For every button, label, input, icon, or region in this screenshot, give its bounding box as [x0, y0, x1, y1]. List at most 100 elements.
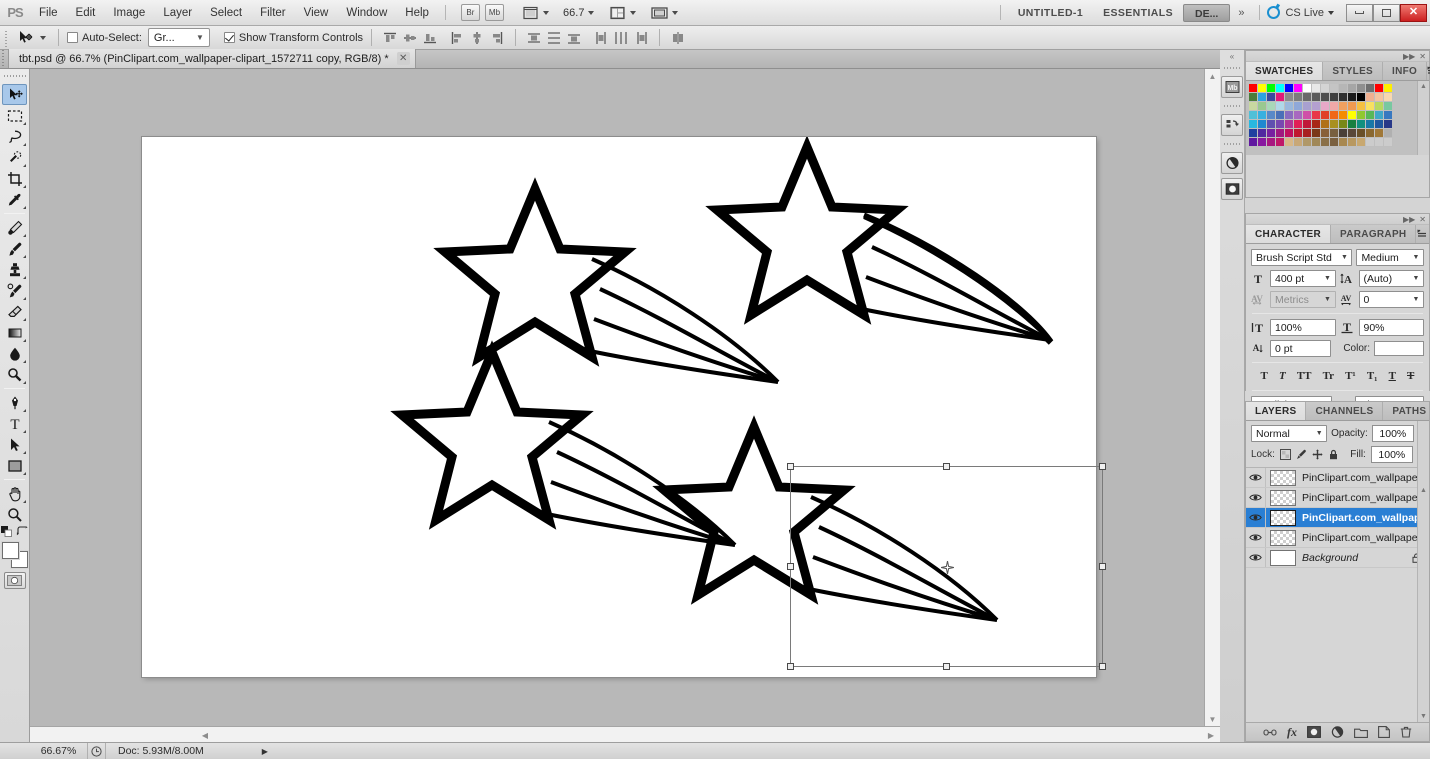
auto-select-scope-dropdown[interactable]: Gr... ▼ — [147, 28, 210, 47]
default-colors-icon[interactable] — [1, 526, 12, 537]
swatch-0-15[interactable] — [1384, 84, 1393, 93]
lock-transparent-pixels-button[interactable] — [1279, 449, 1291, 460]
transform-selection-box[interactable] — [787, 463, 1106, 670]
strikethrough-button[interactable]: T — [1407, 370, 1414, 382]
swatch-0-7[interactable] — [1312, 84, 1321, 93]
workspace-essentials[interactable]: ESSENTIALS — [1093, 7, 1183, 19]
small-caps-button[interactable]: Tr — [1323, 370, 1334, 382]
quick-mask-mode-button[interactable] — [3, 572, 26, 589]
faux-italic-button[interactable]: T — [1279, 370, 1286, 382]
rectangle-tool[interactable] — [2, 455, 27, 476]
font-size-field[interactable]: 400 pt ▼ — [1270, 270, 1336, 287]
vertical-scale-field[interactable]: 100% — [1270, 319, 1336, 336]
subscript-button[interactable]: T₁ — [1367, 370, 1378, 382]
layer-thumbnail[interactable] — [1270, 469, 1296, 486]
document-canvas-area[interactable]: ▲ ▼ ◀ ▶ — [30, 69, 1220, 742]
swap-colors-icon[interactable] — [16, 526, 28, 537]
icon-dock-grip-2[interactable] — [1224, 102, 1240, 110]
image-canvas[interactable] — [142, 137, 1106, 677]
adjustment-layer-button[interactable] — [1331, 726, 1344, 738]
tab-info[interactable]: INFO — [1383, 62, 1428, 80]
status-menu-arrow[interactable]: ▶ — [262, 747, 268, 756]
swatch-2-11[interactable] — [1348, 102, 1357, 111]
eyedropper-tool[interactable] — [2, 189, 27, 210]
swatch-4-11[interactable] — [1348, 120, 1357, 129]
tab-channels[interactable]: CHANNELS — [1306, 402, 1384, 420]
swatch-5-2[interactable] — [1267, 129, 1276, 138]
layer-thumbnail[interactable] — [1270, 509, 1296, 526]
layer-thumbnail[interactable] — [1270, 489, 1296, 506]
faux-bold-button[interactable]: T — [1261, 370, 1268, 382]
transform-handle-e[interactable] — [1099, 562, 1106, 570]
clone-stamp-tool[interactable] — [2, 259, 27, 280]
new-layer-button[interactable] — [1378, 726, 1390, 738]
swatch-3-9[interactable] — [1330, 111, 1339, 120]
swatch-0-4[interactable] — [1285, 84, 1294, 93]
scroll-right-arrow[interactable]: ▶ — [1204, 727, 1218, 742]
auto-align-layers-button[interactable] — [669, 29, 687, 47]
swatch-6-0[interactable] — [1249, 138, 1258, 147]
delete-layer-button[interactable] — [1400, 726, 1412, 738]
swatch-0-10[interactable] — [1339, 84, 1348, 93]
timing-icon[interactable] — [88, 743, 106, 759]
transform-handle-nw[interactable] — [787, 463, 794, 470]
swatch-4-14[interactable] — [1375, 120, 1384, 129]
tracking-field[interactable]: 0 ▼ — [1358, 291, 1424, 308]
swatch-2-8[interactable] — [1321, 102, 1330, 111]
cs-live-button[interactable]: CS Live — [1267, 6, 1338, 19]
tab-swatches[interactable]: SWATCHES — [1246, 62, 1324, 80]
swatch-5-15[interactable] — [1384, 129, 1393, 138]
swatch-5-1[interactable] — [1258, 129, 1267, 138]
swatch-5-5[interactable] — [1294, 129, 1303, 138]
rectangular-marquee-tool[interactable] — [2, 105, 27, 126]
zoom-dropdown-arrow[interactable] — [588, 10, 595, 15]
swatch-1-6[interactable] — [1303, 93, 1312, 102]
swatch-6-11[interactable] — [1348, 138, 1357, 147]
menu-help[interactable]: Help — [396, 0, 438, 26]
menu-select[interactable]: Select — [201, 0, 251, 26]
swatch-5-9[interactable] — [1330, 129, 1339, 138]
swatch-2-15[interactable] — [1384, 102, 1393, 111]
distribute-left-edges-button[interactable] — [592, 29, 610, 47]
tab-character[interactable]: CHARACTER — [1246, 225, 1332, 243]
swatch-6-2[interactable] — [1267, 138, 1276, 147]
view-extras-icon[interactable] — [521, 4, 539, 22]
quick-selection-tool[interactable] — [2, 147, 27, 168]
swatch-0-5[interactable] — [1294, 84, 1303, 93]
swatch-4-8[interactable] — [1321, 120, 1330, 129]
align-right-edges-button[interactable] — [488, 29, 506, 47]
swatch-1-8[interactable] — [1321, 93, 1330, 102]
menu-view[interactable]: View — [295, 0, 338, 26]
close-panel-icon[interactable]: ✕ — [1419, 215, 1426, 224]
scroll-up-arrow[interactable]: ▲ — [1418, 81, 1429, 90]
swatch-2-14[interactable] — [1375, 102, 1384, 111]
swatch-1-11[interactable] — [1348, 93, 1357, 102]
layer-thumbnail[interactable] — [1270, 549, 1296, 566]
launch-mini-bridge-button[interactable]: Mb — [484, 4, 505, 21]
path-selection-tool[interactable] — [2, 434, 27, 455]
transform-handle-w[interactable] — [787, 562, 794, 570]
pen-tool[interactable] — [2, 392, 27, 413]
align-horizontal-centers-button[interactable] — [468, 29, 486, 47]
tab-bar-grip[interactable] — [0, 49, 8, 68]
horizontal-scale-field[interactable]: 90% — [1358, 319, 1424, 336]
swatch-4-2[interactable] — [1267, 120, 1276, 129]
zoom-tool[interactable] — [2, 504, 27, 525]
swatch-4-5[interactable] — [1294, 120, 1303, 129]
move-tool-preset-arrow[interactable] — [40, 35, 46, 40]
swatch-0-11[interactable] — [1348, 84, 1357, 93]
font-style-dropdown[interactable]: Medium ▼ — [1356, 249, 1424, 266]
tab-paragraph[interactable]: PARAGRAPH — [1331, 225, 1417, 243]
window-maximize-button[interactable] — [1373, 3, 1400, 22]
cs-live-dropdown-arrow[interactable] — [1328, 10, 1334, 15]
swatch-5-14[interactable] — [1375, 129, 1384, 138]
move-tool[interactable] — [2, 84, 27, 105]
transform-handle-sw[interactable] — [787, 663, 794, 670]
layers-scrollbar[interactable]: ▲ ▼ — [1417, 421, 1429, 722]
swatch-1-14[interactable] — [1375, 93, 1384, 102]
swatch-0-8[interactable] — [1321, 84, 1330, 93]
swatch-4-15[interactable] — [1384, 120, 1393, 129]
swatch-5-0[interactable] — [1249, 129, 1258, 138]
swatch-4-4[interactable] — [1285, 120, 1294, 129]
swatch-0-13[interactable] — [1366, 84, 1375, 93]
